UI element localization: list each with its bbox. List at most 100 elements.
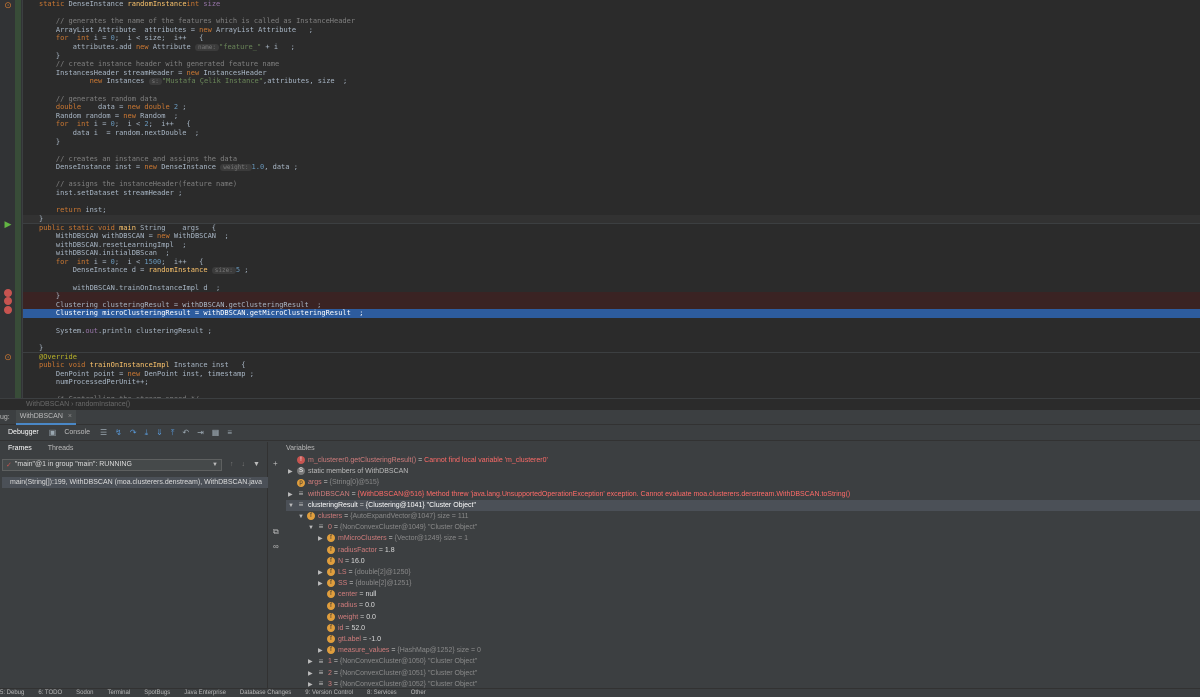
code-line[interactable]: // generates the name of the features wh… [23, 17, 1200, 26]
code-line[interactable]: InstancesHeader streamHeader = new Insta… [23, 69, 1200, 78]
show-execution-point-icon[interactable]: ↯ [115, 428, 122, 437]
glasses-icon[interactable]: ∞ [273, 542, 279, 551]
code-line[interactable]: public static void main String args { [23, 223, 1200, 232]
close-icon[interactable]: × [68, 413, 72, 420]
variable-row[interactable]: p args = {String[0]@515} [286, 477, 1200, 488]
force-step-into-icon[interactable]: ⇓ [156, 428, 163, 437]
code-line[interactable]: } [23, 344, 1200, 353]
tab-console[interactable]: Console [64, 429, 90, 436]
code-line[interactable] [23, 335, 1200, 344]
console-icon[interactable]: ▣ [49, 428, 57, 437]
statusbar-item[interactable]: 5: Debug [0, 690, 24, 696]
code-line[interactable] [23, 198, 1200, 207]
thread-select[interactable]: ✓ "main"@1 in group "main": RUNNING ▼ [2, 458, 222, 471]
variable-row[interactable]: ▶ f LS = {double[2]@1250} [286, 567, 1200, 578]
copy-icon[interactable]: ⧉ [273, 527, 279, 537]
variable-row[interactable]: ▶ ≡ 2 = {NonConvexCluster@1051} "Cluster O… [286, 668, 1200, 679]
code-line[interactable]: attributes.add new Attribute name: "featu… [23, 43, 1200, 52]
variable-row[interactable]: f weight = 0.0 [286, 612, 1200, 623]
code-line[interactable]: static DenseInstance randomInstanceint s… [23, 0, 1200, 9]
code-line[interactable]: // create instance header with generated… [23, 60, 1200, 69]
up-arrow-icon[interactable]: ↑ [230, 461, 234, 468]
variable-row[interactable]: ▼ ≡ clusteringResult = {Clustering@1041} "… [286, 499, 1200, 511]
variable-row[interactable]: f id = 52.0 [286, 623, 1200, 634]
variable-row[interactable]: ▶ ≡ withDBSCAN = {WithDBSCAN@516} Method t… [286, 489, 1200, 500]
breakpoint-icon[interactable] [4, 306, 12, 314]
drop-frame-icon[interactable]: ↶ [182, 428, 189, 437]
code-line[interactable]: // generates random data [23, 95, 1200, 104]
variable-row[interactable]: ▶ ≡ 1 = {NonConvexCluster@1050} "Cluster O… [286, 656, 1200, 667]
code-line[interactable] [23, 275, 1200, 284]
code-line[interactable]: WithDBSCAN withDBSCAN = new WithDBSCAN ; [23, 232, 1200, 241]
code-line[interactable] [23, 9, 1200, 18]
statusbar-item[interactable]: SpotBugs [144, 690, 170, 696]
statusbar-item[interactable]: Terminal [108, 690, 131, 696]
code-line[interactable]: } [23, 52, 1200, 61]
statusbar-item[interactable]: Database Changes [240, 690, 291, 696]
variable-row[interactable]: ! m_clusterer0.getClusteringResult() = Ca… [286, 455, 1200, 466]
code-line[interactable]: withDBSCAN.trainOnInstanceImpl d ; [23, 284, 1200, 293]
code-line[interactable]: Clustering clusteringResult = withDBSCAN… [23, 300, 1200, 310]
code-line[interactable]: numProcessedPerUnit++; [23, 378, 1200, 387]
evaluate-expression-icon[interactable]: ▦ [212, 428, 220, 437]
plus-icon[interactable]: + [273, 459, 278, 468]
statusbar-item[interactable]: Sodon [76, 690, 93, 696]
tab-threads[interactable]: Threads [48, 445, 74, 452]
code-line[interactable]: @Override [23, 352, 1200, 361]
code-line[interactable]: new Instances s: "Mustafa Çelik Instance"… [23, 77, 1200, 86]
step-over-icon[interactable]: ↷ [130, 428, 137, 437]
code-line[interactable]: inst.setDataset streamHeader ; [23, 189, 1200, 198]
statusbar-item[interactable]: Other [411, 690, 426, 696]
code-line[interactable]: DenseInstance d = randomInstance size: 5 … [23, 266, 1200, 275]
filter-icon[interactable]: ▼ [253, 461, 260, 468]
code-line[interactable]: return inst; [23, 206, 1200, 215]
variable-row[interactable]: ▼ f clusters = {AutoExpandVector@1047} siz… [286, 511, 1200, 522]
code-line[interactable]: DenPoint point = new DenPoint inst, time… [23, 370, 1200, 379]
statusbar-item[interactable]: 8: Services [367, 690, 397, 696]
code-line[interactable]: ArrayList Attribute attributes = new Arr… [23, 26, 1200, 35]
code-line[interactable]: withDBSCAN.initialDBScan ; [23, 249, 1200, 258]
variable-row[interactable]: fN = 16.0 [286, 556, 1200, 567]
variable-row[interactable]: f radius = 0.0 [286, 600, 1200, 611]
menu-icon[interactable]: ☰ [100, 428, 107, 437]
variable-row[interactable]: ▶ f measure_values = {HashMap@1252} size =… [286, 645, 1200, 656]
variable-row[interactable]: ▼ ≡ 0 = {NonConvexCluster@1049} "Cluster O… [286, 522, 1200, 533]
code-line[interactable]: } [23, 214, 1200, 224]
variable-row[interactable]: f radiusFactor = 1.8 [286, 545, 1200, 556]
code-line[interactable]: // assigns the instanceHeader(feature na… [23, 180, 1200, 189]
code-line[interactable]: } [23, 292, 1200, 301]
variable-row[interactable]: ▶ f SS = {double[2]@1251} [286, 578, 1200, 589]
breadcrumb[interactable]: WithDBSCAN › randomInstance() [0, 398, 1200, 410]
step-into-icon[interactable]: ⤓ [145, 428, 149, 438]
step-out-icon[interactable]: ⤒ [171, 428, 175, 438]
run-gutter-icon[interactable]: ▶ [4, 221, 12, 230]
override-marker-icon[interactable]: ⊙ [4, 354, 12, 363]
tab-frames[interactable]: Frames [8, 445, 32, 452]
override-marker-icon[interactable]: ⊙ [4, 2, 12, 11]
code-line[interactable] [23, 146, 1200, 155]
code-line[interactable]: // creates an instance and assigns the d… [23, 155, 1200, 164]
code-line[interactable]: for int i = 0; i < 1500; i++ { [23, 258, 1200, 267]
run-to-cursor-icon[interactable]: ⇥ [197, 428, 204, 437]
chevron-down-icon[interactable]: ▼ [212, 462, 218, 468]
variable-row[interactable]: f gtLabel = -1.0 [286, 634, 1200, 645]
code-line[interactable]: Random random = new Random ; [23, 112, 1200, 121]
breakpoint-icon[interactable] [4, 289, 12, 297]
code-line[interactable]: public void trainOnInstanceImpl Instance… [23, 361, 1200, 370]
down-arrow-icon[interactable]: ↓ [242, 461, 246, 468]
code-line[interactable]: for int i = 0; i < 2; i++ { [23, 120, 1200, 129]
code-line[interactable]: DenseInstance inst = new DenseInstance w… [23, 163, 1200, 172]
code-line[interactable]: } [23, 138, 1200, 147]
variable-row[interactable]: ▶ f mMicroClusters = {Vector@1249} size = … [286, 533, 1200, 544]
debug-session-tab[interactable]: WithDBSCAN × [15, 409, 77, 425]
code-line[interactable]: System.out.println clusteringResult ; [23, 327, 1200, 336]
code-line[interactable] [23, 86, 1200, 95]
stack-frame-row[interactable]: main(String[]):199, WithDBSCAN (moa.clus… [2, 477, 268, 488]
code-line[interactable]: double data = new double 2 ; [23, 103, 1200, 112]
trace-icon[interactable]: ≡ [227, 428, 232, 437]
code-line[interactable]: for int i = 0; i < size; i++ { [23, 34, 1200, 43]
variables-tree[interactable]: ! m_clusterer0.getClusteringResult() = Ca… [286, 455, 1200, 690]
code-line[interactable]: withDBSCAN.resetLearningImpl ; [23, 241, 1200, 250]
code-line[interactable] [23, 318, 1200, 327]
code-line[interactable]: Clustering microClusteringResult = withD… [23, 309, 1200, 318]
